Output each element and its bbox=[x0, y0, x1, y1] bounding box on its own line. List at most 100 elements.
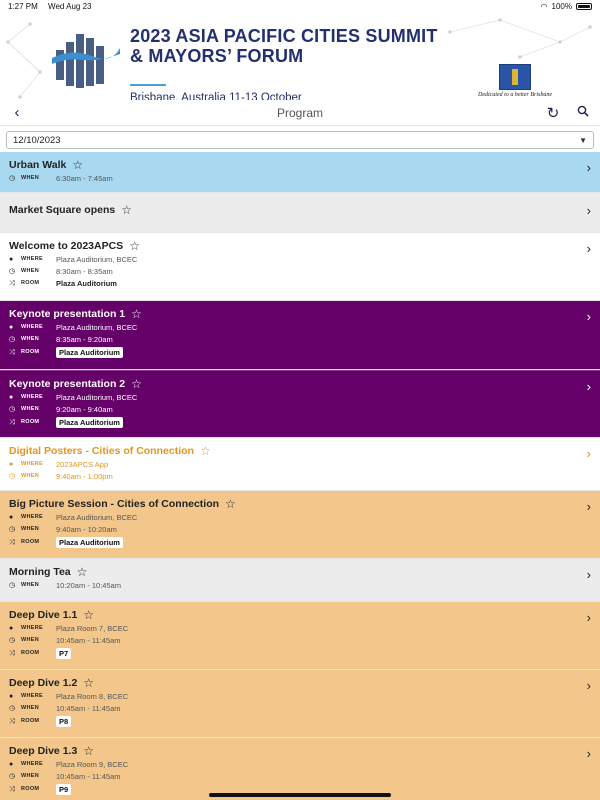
session-where: Plaza Auditorium, BCEC bbox=[56, 323, 138, 332]
session-item[interactable]: Keynote presentation 1 ☆ ● WHERE Plaza Audi… bbox=[0, 301, 600, 370]
location-pin-icon: ● bbox=[9, 625, 14, 632]
event-subtitle: Brisbane, Australia 11-13 October bbox=[130, 92, 302, 100]
chevron-right-icon: › bbox=[586, 610, 591, 625]
where-label: WHERE bbox=[21, 461, 43, 467]
session-item[interactable]: Morning Tea ☆ ◷ WHEN 10:20am - 10:45am › bbox=[0, 559, 600, 602]
chevron-right-icon: › bbox=[586, 567, 591, 582]
refresh-button[interactable]: ↻ bbox=[544, 104, 562, 122]
room-label: ROOM bbox=[21, 539, 40, 545]
shuffle-icon: ⤨ bbox=[9, 419, 15, 426]
star-outline-icon[interactable]: ☆ bbox=[200, 445, 211, 457]
session-item[interactable]: Urban Walk ☆ ◷ WHEN 6:30am - 7:45am › bbox=[0, 152, 600, 193]
date-dropdown[interactable]: 12/10/2023 ▼ bbox=[6, 131, 594, 149]
session-when: 6:30am - 7:45am bbox=[56, 174, 113, 183]
session-item[interactable]: Keynote presentation 2 ☆ ● WHERE Plaza Audi… bbox=[0, 370, 600, 438]
clock-icon: ◷ bbox=[9, 336, 16, 343]
chevron-right-icon: › bbox=[586, 746, 591, 761]
location-pin-icon: ● bbox=[9, 394, 14, 401]
when-label: WHEN bbox=[21, 637, 40, 643]
star-outline-icon[interactable]: ☆ bbox=[131, 378, 142, 390]
location-pin-icon: ● bbox=[9, 514, 14, 521]
nav-bar: ‹ Program ↻ bbox=[0, 100, 600, 126]
session-item[interactable]: Market Square opens ☆ › bbox=[0, 193, 600, 233]
session-item[interactable]: Deep Dive 1.2 ☆ ● WHERE Plaza Room 8, BCEC … bbox=[0, 670, 600, 738]
clock-icon: ◷ bbox=[9, 268, 16, 275]
dropdown-arrow-icon: ▼ bbox=[579, 135, 587, 145]
session-title: Deep Dive 1.1 bbox=[9, 609, 78, 621]
event-title-line2: & MAYORS’ FORUM bbox=[130, 46, 304, 66]
clock-icon: ◷ bbox=[9, 175, 16, 182]
room-label: ROOM bbox=[21, 280, 40, 286]
clock-icon: ◷ bbox=[9, 526, 16, 533]
chevron-right-icon: › bbox=[586, 241, 591, 256]
city-tagline: Dedicated to a better Brisbane bbox=[478, 92, 552, 98]
star-outline-icon[interactable]: ☆ bbox=[83, 677, 94, 689]
session-when: 10:45am - 11:45am bbox=[56, 704, 121, 713]
session-item[interactable]: Welcome to 2023APCS ☆ ● WHERE Plaza Auditor… bbox=[0, 233, 600, 301]
wifi-icon: ◠ bbox=[540, 1, 548, 11]
battery-icon bbox=[576, 2, 592, 10]
session-when: 10:20am - 10:45am bbox=[56, 581, 122, 590]
chevron-right-icon: › bbox=[586, 446, 591, 461]
session-item[interactable]: Deep Dive 1.1 ☆ ● WHERE Plaza Room 7, BCEC … bbox=[0, 602, 600, 670]
session-room: Plaza Auditorium bbox=[56, 279, 117, 288]
where-label: WHERE bbox=[21, 514, 43, 520]
session-room-tag: P8 bbox=[56, 716, 72, 727]
status-date: Wed Aug 23 bbox=[48, 1, 92, 11]
when-label: WHEN bbox=[21, 582, 40, 588]
refresh-icon: ↻ bbox=[546, 104, 560, 122]
session-where: Plaza Room 7, BCEC bbox=[56, 624, 129, 633]
star-outline-icon[interactable]: ☆ bbox=[72, 159, 83, 171]
search-icon bbox=[577, 105, 589, 117]
session-when: 8:30am - 8:35am bbox=[56, 267, 113, 276]
when-label: WHEN bbox=[21, 526, 40, 532]
when-label: WHEN bbox=[21, 773, 40, 779]
session-where: Plaza Auditorium, BCEC bbox=[56, 513, 138, 522]
room-label: ROOM bbox=[21, 650, 40, 656]
session-item[interactable]: Deep Dive 1.3 ☆ ● WHERE Plaza Room 9, BCEC … bbox=[0, 738, 600, 800]
session-title: Big Picture Session - Cities of Connecti… bbox=[9, 498, 220, 510]
session-title: Deep Dive 1.3 bbox=[9, 745, 78, 757]
clock-icon: ◷ bbox=[9, 473, 16, 480]
shuffle-icon: ⤨ bbox=[9, 786, 15, 793]
session-where: Plaza Room 9, BCEC bbox=[56, 760, 129, 769]
session-title: Digital Posters - Cities of Connection bbox=[9, 445, 194, 457]
search-button[interactable] bbox=[574, 104, 592, 122]
chevron-right-icon: › bbox=[586, 678, 591, 693]
session-where: 2023APCS App bbox=[56, 460, 109, 469]
event-banner: 2023 ASIA PACIFIC CITIES SUMMIT & MAYORS… bbox=[0, 12, 600, 100]
star-outline-icon[interactable]: ☆ bbox=[83, 609, 94, 621]
title-underline bbox=[130, 84, 166, 86]
chevron-right-icon: › bbox=[586, 379, 591, 394]
clock-icon: ◷ bbox=[9, 637, 16, 644]
shuffle-icon: ⤨ bbox=[9, 650, 15, 657]
star-outline-icon[interactable]: ☆ bbox=[225, 498, 236, 510]
star-outline-icon[interactable]: ☆ bbox=[121, 204, 132, 216]
back-button[interactable]: ‹ bbox=[8, 104, 26, 121]
brisbane-city-logo: Dedicated to a better Brisbane bbox=[475, 64, 555, 100]
shuffle-icon: ⤨ bbox=[9, 718, 15, 725]
session-title: Urban Walk bbox=[9, 159, 67, 171]
star-outline-icon[interactable]: ☆ bbox=[131, 308, 142, 320]
clock-icon: ◷ bbox=[9, 406, 16, 413]
star-outline-icon[interactable]: ☆ bbox=[83, 745, 94, 757]
where-label: WHERE bbox=[21, 761, 43, 767]
star-outline-icon[interactable]: ☆ bbox=[77, 566, 88, 578]
location-pin-icon: ● bbox=[9, 461, 14, 468]
star-outline-icon[interactable]: ☆ bbox=[129, 240, 140, 252]
session-item[interactable]: Digital Posters - Cities of Connection ☆ … bbox=[0, 438, 600, 491]
when-label: WHEN bbox=[21, 705, 40, 711]
session-list: Urban Walk ☆ ◷ WHEN 6:30am - 7:45am › Marke… bbox=[0, 152, 600, 800]
clock-icon: ◷ bbox=[9, 582, 16, 589]
shuffle-icon: ⤨ bbox=[9, 280, 15, 287]
session-when: 9:40am - 10:20am bbox=[56, 525, 117, 534]
event-title: 2023 ASIA PACIFIC CITIES SUMMIT & MAYORS… bbox=[130, 26, 438, 66]
session-where: Plaza Auditorium, BCEC bbox=[56, 255, 138, 264]
session-item[interactable]: Big Picture Session - Cities of Connecti… bbox=[0, 491, 600, 559]
room-label: ROOM bbox=[21, 718, 40, 724]
home-indicator[interactable] bbox=[209, 793, 391, 797]
session-room-tag: Plaza Auditorium bbox=[56, 417, 123, 428]
battery-percent: 100% bbox=[551, 1, 572, 11]
location-pin-icon: ● bbox=[9, 256, 14, 263]
session-when: 10:45am - 11:45am bbox=[56, 772, 121, 781]
